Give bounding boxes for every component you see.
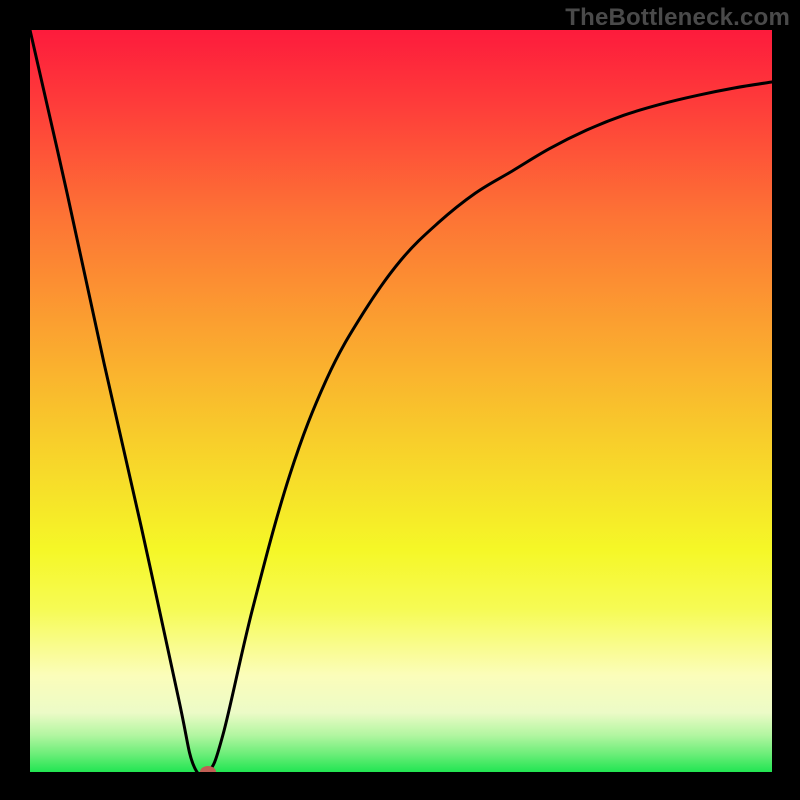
plot-svg xyxy=(30,30,772,772)
chart-frame: TheBottleneck.com xyxy=(0,0,800,800)
plot-area xyxy=(30,30,772,772)
watermark-text: TheBottleneck.com xyxy=(565,4,790,32)
optimal-point-marker xyxy=(200,766,216,772)
gradient-background xyxy=(30,30,772,772)
